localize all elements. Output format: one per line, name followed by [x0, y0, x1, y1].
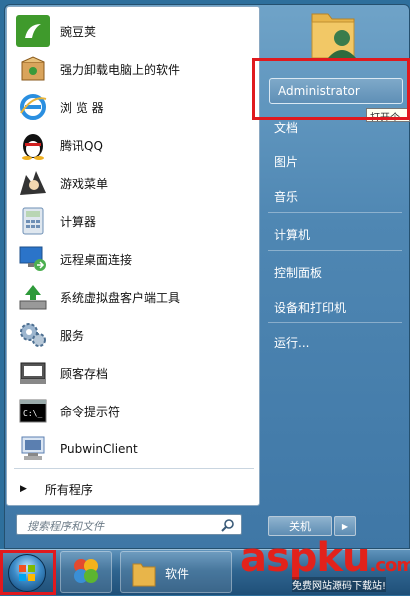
- right-item-pictures[interactable]: 图片: [266, 148, 406, 174]
- highlight-box-user: [252, 58, 410, 120]
- shutdown-label: 关机: [289, 520, 311, 533]
- all-programs-label: 所有程序: [44, 482, 93, 497]
- program-item[interactable]: 计算器: [10, 202, 258, 240]
- program-label: 顾客存档: [60, 366, 109, 381]
- folder-icon: [132, 563, 156, 587]
- ie-browser-icon: [16, 91, 50, 123]
- right-item-label: 图片: [274, 154, 299, 169]
- program-label: 命令提示符: [60, 404, 121, 419]
- right-item-devices-printers[interactable]: 设备和打印机: [266, 294, 406, 320]
- watermark-logo: aspku.com: [240, 535, 410, 581]
- qq-penguin-icon: [16, 129, 50, 161]
- right-item-label: 文档: [274, 120, 299, 135]
- divider: [268, 250, 402, 251]
- program-item[interactable]: PubwinClient: [10, 430, 258, 468]
- customer-archive-icon: [16, 357, 50, 389]
- program-item[interactable]: C:\_ 命令提示符: [10, 392, 258, 430]
- program-label: 系统虚拟盘客户端工具: [60, 290, 181, 305]
- program-item[interactable]: 远程桌面连接: [10, 240, 258, 278]
- program-item[interactable]: 浏 览 器: [10, 88, 258, 126]
- program-label: 强力卸载电脑上的软件: [60, 62, 181, 77]
- search-input[interactable]: 搜索程序和文件: [16, 514, 242, 535]
- divider: [268, 322, 402, 323]
- watermark-subtitle: 免费网站源码下载站!: [292, 577, 387, 592]
- highlight-box-start: [0, 550, 56, 595]
- program-item[interactable]: 系统虚拟盘客户端工具: [10, 278, 258, 316]
- program-label: PubwinClient: [60, 442, 138, 456]
- virtual-disk-icon: [16, 281, 50, 313]
- program-label: 浏 览 器: [60, 100, 104, 115]
- right-item-label: 设备和打印机: [274, 300, 347, 315]
- search-placeholder: 搜索程序和文件: [27, 520, 104, 533]
- program-label: 腾讯QQ: [60, 138, 103, 153]
- program-item[interactable]: 腾讯QQ: [10, 126, 258, 164]
- command-prompt-icon: C:\_: [16, 395, 50, 427]
- right-item-music[interactable]: 音乐: [266, 183, 406, 209]
- wandoujia-icon: [16, 15, 50, 47]
- calculator-icon: [16, 205, 50, 237]
- program-item[interactable]: 服务: [10, 316, 258, 354]
- program-item[interactable]: 强力卸载电脑上的软件: [10, 50, 258, 88]
- right-item-label: 计算机: [274, 227, 311, 242]
- program-label: 计算器: [60, 214, 97, 229]
- triangle-right-icon: ▶: [341, 521, 349, 531]
- right-item-label: 音乐: [274, 189, 299, 204]
- triangle-right-icon: ▶: [20, 484, 27, 494]
- program-label: 远程桌面连接: [60, 252, 133, 267]
- uninstall-box-icon: [16, 53, 50, 85]
- program-item[interactable]: 豌豆荚: [10, 12, 258, 50]
- game-menu-icon: [16, 167, 50, 199]
- all-programs-button[interactable]: ▶ 所有程序: [10, 472, 93, 506]
- right-item-control-panel[interactable]: 控制面板: [266, 259, 406, 285]
- divider: [268, 212, 402, 213]
- user-picture[interactable]: [308, 2, 358, 60]
- svg-text:C:\_: C:\_: [23, 409, 42, 418]
- right-item-run[interactable]: 运行...: [266, 329, 406, 355]
- services-gears-icon: [16, 319, 50, 351]
- search-icon: [221, 517, 235, 532]
- taskbar-folder-label: 软件: [165, 567, 190, 581]
- divider: [14, 468, 254, 469]
- shutdown-button[interactable]: 关机: [268, 516, 332, 536]
- right-item-label: 控制面板: [274, 265, 323, 280]
- remote-desktop-icon: [16, 243, 50, 275]
- shutdown-options-button[interactable]: ▶: [334, 516, 356, 536]
- taskbar-folder-window[interactable]: 软件: [120, 551, 232, 593]
- program-label: 游戏菜单: [60, 176, 109, 191]
- colorful-petals-icon: [74, 559, 98, 583]
- program-label: 服务: [60, 328, 85, 343]
- right-item-computer[interactable]: 计算机: [266, 221, 406, 247]
- program-label: 豌豆荚: [60, 24, 97, 39]
- right-item-label: 运行...: [274, 335, 310, 350]
- taskbar-pinned-app[interactable]: [60, 551, 112, 593]
- program-item[interactable]: 游戏菜单: [10, 164, 258, 202]
- program-item[interactable]: 顾客存档: [10, 354, 258, 392]
- pubwin-client-icon: [16, 433, 50, 465]
